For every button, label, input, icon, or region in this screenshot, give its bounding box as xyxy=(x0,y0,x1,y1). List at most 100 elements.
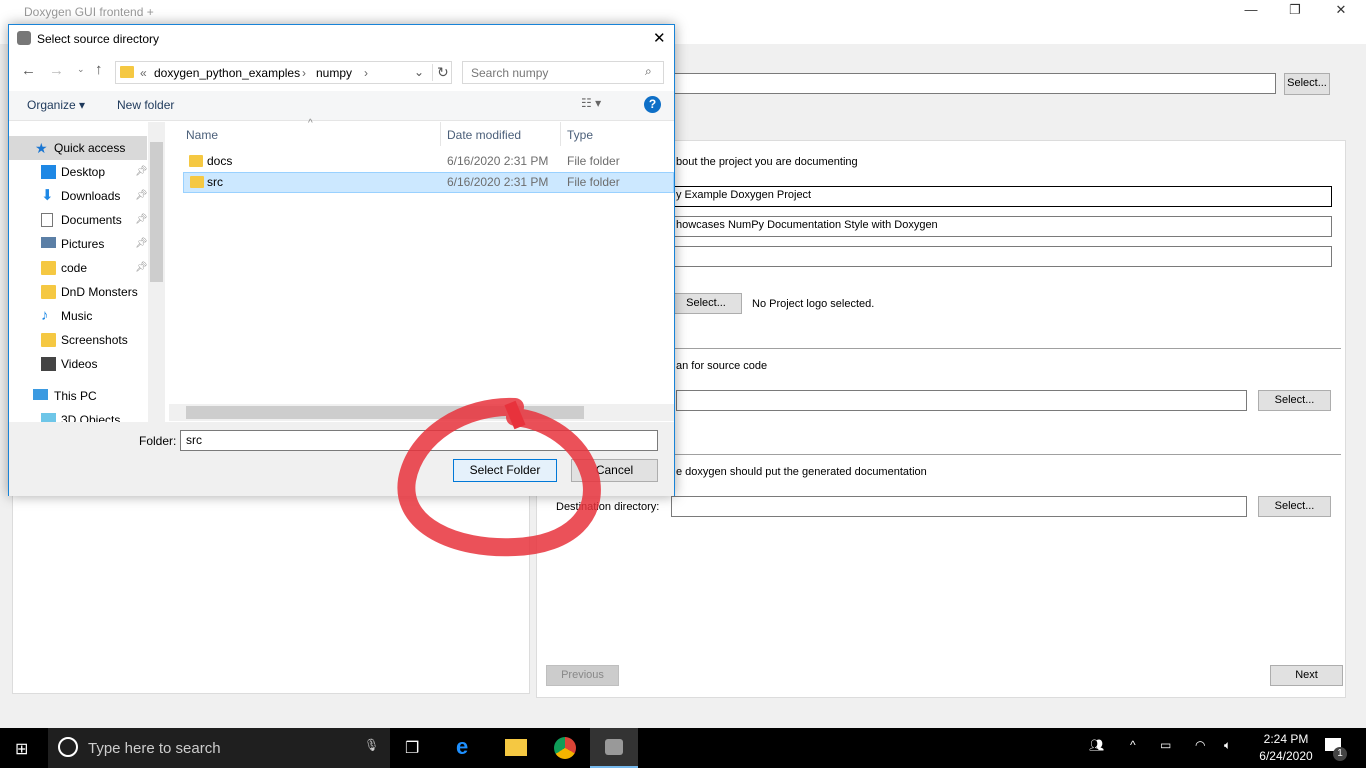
pin-icon: 📌︎ xyxy=(135,238,148,249)
recent-chevron-icon[interactable]: ⌄ xyxy=(77,64,85,75)
nav-pictures[interactable]: Pictures 📌︎ xyxy=(9,232,148,256)
back-arrow-icon[interactable]: ← xyxy=(21,62,36,79)
chevron-right-icon: › xyxy=(364,66,368,80)
folder-icon xyxy=(41,261,56,275)
doxygen-taskbar-button[interactable] xyxy=(590,728,638,768)
nav-desktop[interactable]: Desktop 📌︎ xyxy=(9,160,148,184)
address-bar[interactable]: « doxygen_python_examples › numpy › ⌄ ↻ xyxy=(115,61,452,84)
breadcrumb-item[interactable]: numpy xyxy=(316,66,352,80)
project-intro: bout the project you are documenting xyxy=(676,156,858,168)
nav-screenshots[interactable]: Screenshots xyxy=(9,328,147,352)
nav-label: Downloads xyxy=(61,189,121,203)
dialog-close-button[interactable]: ✕ xyxy=(653,29,666,47)
maximize-button[interactable]: ❐ xyxy=(1272,2,1318,22)
search-icon xyxy=(58,737,78,757)
nav-videos[interactable]: Videos xyxy=(9,352,147,376)
folder-label: Folder: xyxy=(139,434,177,448)
nav-3d-objects[interactable]: 3D Objects xyxy=(9,408,147,422)
previous-button[interactable]: Previous xyxy=(546,665,619,686)
refresh-icon[interactable]: ↻ xyxy=(432,64,449,81)
windows-start-icon[interactable]: ⊞ xyxy=(15,739,28,759)
up-arrow-icon[interactable]: ↑ xyxy=(95,61,103,78)
nav-scrollbar[interactable] xyxy=(148,122,165,422)
search-box[interactable]: Search numpy ⌕ xyxy=(462,61,664,84)
desktop-icon xyxy=(41,165,56,179)
chrome-icon[interactable] xyxy=(554,737,576,759)
clock-time[interactable]: 2:24 PM xyxy=(1260,732,1312,746)
nav-label: DnD Monsters xyxy=(61,285,138,299)
column-name[interactable]: Name xyxy=(186,128,218,142)
working-directory-select-button[interactable]: Select... xyxy=(1284,73,1330,95)
close-button[interactable]: ✕ xyxy=(1318,2,1364,22)
search-input[interactable]: Search numpy xyxy=(471,66,548,80)
organize-button[interactable]: Organize ▾ xyxy=(27,98,85,112)
nav-dnd-monsters[interactable]: DnD Monsters xyxy=(9,280,147,304)
file-explorer-icon[interactable] xyxy=(505,739,527,756)
file-name: src xyxy=(207,175,223,189)
scrollbar-thumb[interactable] xyxy=(150,142,163,282)
file-type: File folder xyxy=(567,175,620,189)
view-options-icon[interactable]: ☷ ▾ xyxy=(581,96,601,110)
nav-label: 3D Objects xyxy=(61,413,121,422)
file-row[interactable]: docs 6/16/2020 2:31 PM File folder xyxy=(183,151,674,172)
logo-select-button[interactable]: Select... xyxy=(670,293,742,314)
doxygen-icon xyxy=(605,739,623,755)
nav-quick-access[interactable]: ★ Quick access xyxy=(9,136,147,160)
help-icon[interactable]: ? xyxy=(644,96,661,113)
file-row-selected[interactable]: src 6/16/2020 2:31 PM File folder xyxy=(183,172,674,193)
people-icon[interactable]: 👥︎ xyxy=(1089,738,1104,752)
nav-documents[interactable]: Documents 📌︎ xyxy=(9,208,148,232)
nav-label: Music xyxy=(61,309,93,323)
taskbar: ⊞ Type here to search 🎙︎ ❐ e 👥︎ ^ ▭ ◠ 🔈︎… xyxy=(0,728,1366,768)
minimize-button[interactable]: — xyxy=(1228,2,1274,22)
notification-badge: 1 xyxy=(1333,747,1347,761)
file-name: docs xyxy=(207,154,233,168)
overflow-icon: « xyxy=(140,66,147,80)
project-name-input[interactable]: y Example Doxygen Project xyxy=(670,186,1332,207)
source-directory-input[interactable] xyxy=(676,390,1247,411)
working-directory-input[interactable] xyxy=(670,73,1276,94)
pin-icon: 📌︎ xyxy=(135,214,148,225)
toolbar: Organize ▾ New folder ☷ ▾ ? xyxy=(9,91,674,121)
source-select-button[interactable]: Select... xyxy=(1258,390,1331,411)
folder-icon xyxy=(41,285,56,299)
nav-downloads[interactable]: ⬇ Downloads 📌︎ xyxy=(9,184,148,208)
taskbar-search[interactable]: Type here to search 🎙︎ xyxy=(48,728,390,768)
wifi-icon[interactable]: ◠ xyxy=(1195,738,1205,752)
divider xyxy=(560,122,561,146)
column-type[interactable]: Type xyxy=(567,128,593,142)
nav-label: Quick access xyxy=(54,141,126,155)
forward-arrow-icon[interactable]: → xyxy=(49,62,64,79)
clock-date[interactable]: 6/24/2020 xyxy=(1255,749,1317,763)
breadcrumb-item[interactable]: doxygen_python_examples xyxy=(154,66,300,80)
nav-code[interactable]: code 📌︎ xyxy=(9,256,148,280)
chevron-down-icon[interactable]: ⌄ xyxy=(414,65,424,79)
pin-icon: 📌︎ xyxy=(135,190,148,201)
search-icon: ⌕ xyxy=(645,64,652,78)
file-date: 6/16/2020 2:31 PM xyxy=(447,154,549,168)
folder-icon xyxy=(41,333,56,347)
nav-label: Documents xyxy=(61,213,122,227)
nav-label: This PC xyxy=(54,389,97,403)
volume-icon[interactable]: 🔈︎ xyxy=(1224,738,1231,753)
dialog-title: Select source directory xyxy=(37,32,160,46)
next-button[interactable]: Next xyxy=(1270,665,1343,686)
project-version-input[interactable] xyxy=(670,246,1332,267)
nav-label: code xyxy=(61,261,88,275)
nav-label: Desktop xyxy=(61,165,106,179)
folder-icon xyxy=(120,66,134,78)
dest-intro: e doxygen should put the generated docum… xyxy=(676,466,927,478)
microphone-icon[interactable]: 🎙︎ xyxy=(364,738,379,752)
task-view-icon[interactable]: ❐ xyxy=(405,738,419,758)
edge-icon[interactable]: e xyxy=(456,734,468,760)
nav-this-pc[interactable]: This PC xyxy=(9,384,147,408)
column-date-modified[interactable]: Date modified xyxy=(447,128,521,142)
dest-select-button[interactable]: Select... xyxy=(1258,496,1331,517)
taskbar-search-input[interactable]: Type here to search xyxy=(88,740,221,757)
show-hidden-icons-chevron[interactable]: ^ xyxy=(1130,738,1136,752)
destination-directory-input[interactable] xyxy=(671,496,1247,517)
battery-icon[interactable]: ▭ xyxy=(1160,738,1171,752)
nav-music[interactable]: ♪ Music xyxy=(9,304,147,328)
new-folder-button[interactable]: New folder xyxy=(117,98,174,112)
project-synopsis-input[interactable]: howcases NumPy Documentation Style with … xyxy=(670,216,1332,237)
